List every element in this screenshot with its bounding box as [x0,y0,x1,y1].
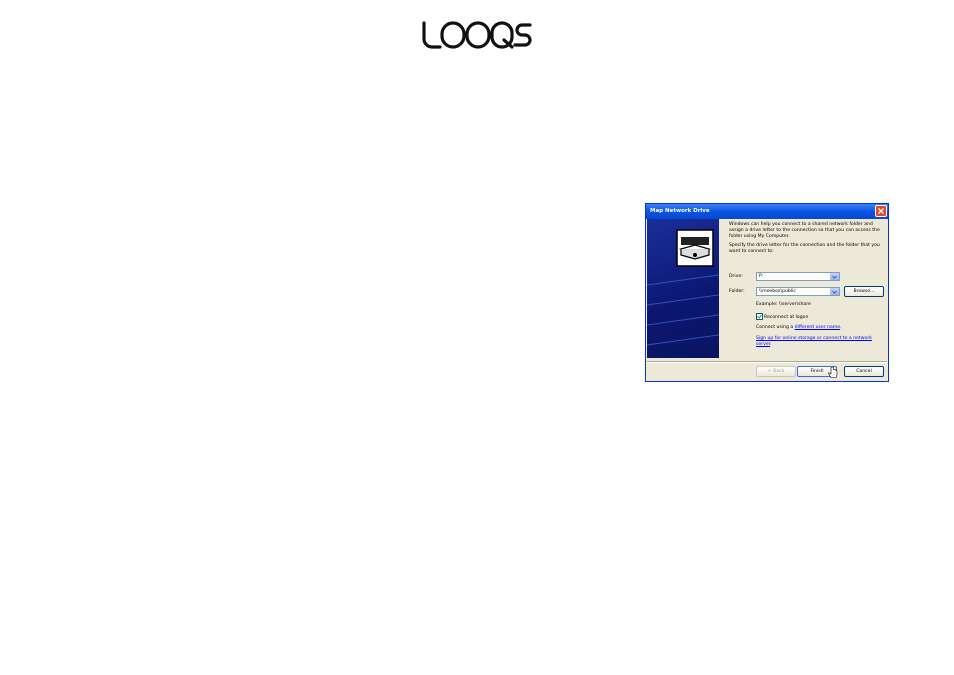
dialog-content: Windows can help you connect to a shared… [729,222,884,259]
browse-button[interactable]: Browse... [844,286,884,297]
drive-select[interactable]: P: [756,272,840,281]
mouse-pointer-icon [828,367,838,378]
map-network-drive-dialog: Map Network Drive Windows can help you c… [645,203,889,382]
drive-value: P: [759,274,764,279]
folder-value: \\meebox\public [759,289,796,294]
signup-suffix: . [770,341,772,347]
folder-input[interactable]: \\meebox\public [756,287,840,296]
back-button[interactable]: < Back [756,366,796,377]
reconnect-checkbox[interactable] [756,313,763,320]
wizard-banner [647,219,719,358]
dialog-titlebar: Map Network Drive [646,204,888,219]
connect-suffix: . [840,325,842,330]
drive-dropdown-button[interactable] [830,273,839,280]
reconnect-label: Reconnect at logon [764,315,809,320]
cancel-button[interactable]: Cancel [844,366,884,377]
signup-online-storage-link[interactable]: Sign up for online storage or connect to… [756,336,872,347]
folder-label: Folder: [729,289,745,294]
chevron-down-icon [832,275,837,279]
signup-row: Sign up for online storage or connect to… [756,336,881,347]
reconnect-row: Reconnect at logon [756,313,808,320]
dialog-title: Map Network Drive [650,208,710,214]
different-user-name-link[interactable]: different user name [795,325,840,330]
intro-text: Windows can help you connect to a shared… [729,222,880,239]
network-drive-icon [676,229,714,267]
specify-text: Specify the drive letter for the connect… [729,243,880,255]
footer-divider [647,361,887,363]
chevron-down-icon [832,290,837,294]
looqs-logo [422,21,532,49]
folder-dropdown-button[interactable] [830,288,839,295]
close-icon [878,208,884,214]
close-button[interactable] [875,205,887,217]
connect-prefix: Connect using a [756,325,795,330]
example-text: Example: \\server\share [756,302,811,307]
connect-different-user-row: Connect using a different user name. [756,325,842,330]
drive-label: Drive: [729,274,743,279]
